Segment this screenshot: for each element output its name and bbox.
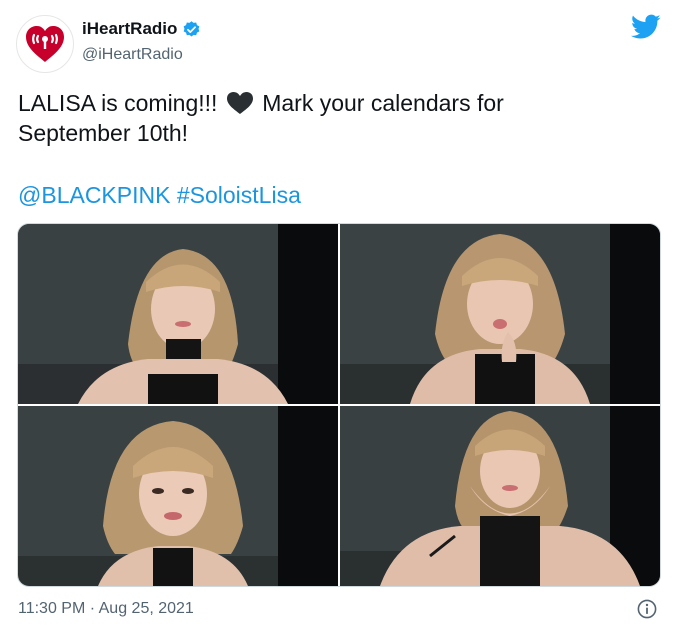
tweet-links: @BLACKPINK #SoloistLisa [18,180,301,210]
tweet-card: iHeartRadio @iHeartRadio LALISA is comin… [0,0,679,629]
black-heart-icon [226,92,253,114]
info-icon[interactable] [637,599,657,619]
twitter-bird-icon[interactable] [631,14,661,40]
photo-2[interactable] [340,224,660,404]
photo-4[interactable] [340,406,660,586]
tweet-text-part-2: Mark your calendars for [262,90,504,116]
photo-icon [340,224,660,404]
mention-link[interactable]: @BLACKPINK [18,182,170,208]
tweet-text-line-2: September 10th! [18,120,189,146]
iheartradio-logo-icon [26,26,64,62]
author-display-name[interactable]: iHeartRadio [82,18,177,40]
tweet-text: LALISA is coming!!! Mark your calendars … [18,88,618,148]
photo-icon [340,406,660,586]
verified-badge-icon [184,20,200,37]
tweet-timestamp[interactable]: 11:30 PM · Aug 25, 2021 [18,598,194,620]
photo-1[interactable] [18,224,338,404]
author-handle[interactable]: @iHeartRadio [82,44,183,66]
author-name-row: iHeartRadio [82,18,201,40]
avatar[interactable] [16,15,74,73]
tweet-text-part-1: LALISA is coming!!! [18,90,218,116]
hashtag-link[interactable]: #SoloistLisa [177,182,301,208]
photo-icon [18,406,338,586]
photo-grid [17,223,661,587]
photo-3[interactable] [18,406,338,586]
tweet-text-line-1: LALISA is coming!!! Mark your calendars … [18,88,618,118]
photo-icon [18,224,338,404]
